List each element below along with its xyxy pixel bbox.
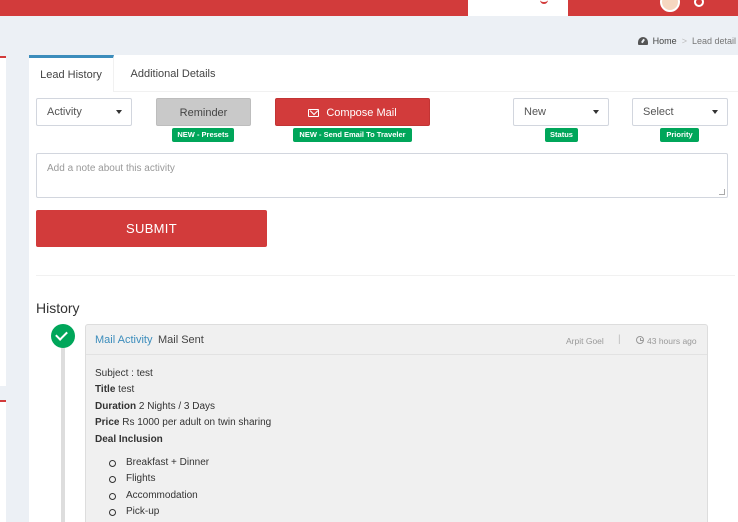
timeline-item-body: Subject : test Title test Duration 2 Nig… <box>95 366 271 521</box>
header-separator: | <box>618 334 621 345</box>
submit-button[interactable]: SUBMIT <box>36 210 267 247</box>
presets-badge: NEW - Presets <box>172 128 234 142</box>
navbar-item-icon <box>540 0 548 4</box>
breadcrumb-home[interactable]: Home <box>653 36 677 46</box>
caret-down-icon <box>712 110 718 114</box>
search-icon[interactable] <box>694 0 704 7</box>
deal-inclusion-line: Deal Inclusion <box>95 432 271 448</box>
activity-select-value: Activity <box>47 106 82 118</box>
priority-select-value: Select <box>643 106 674 118</box>
envelope-icon <box>308 109 320 117</box>
activity-time: 43 hours ago <box>647 336 697 346</box>
deal-title-line: Title test <box>95 382 271 398</box>
timeline-item: Mail Activity Mail Sent Arpit Goel | 43 … <box>85 324 708 522</box>
caret-down-icon <box>593 110 599 114</box>
price-label: Price <box>95 417 120 429</box>
activity-note-input[interactable]: Add a note about this activity <box>36 153 728 198</box>
activity-select[interactable]: Activity <box>36 98 132 126</box>
note-placeholder: Add a note about this activity <box>47 163 175 174</box>
timeline-line <box>61 337 65 522</box>
navbar-active-item[interactable] <box>468 0 568 16</box>
caret-down-icon <box>116 110 122 114</box>
resize-handle-icon[interactable] <box>719 189 725 195</box>
history-heading: History <box>36 300 80 316</box>
clock-icon <box>636 336 644 344</box>
side-panel-edge-lower <box>0 400 6 522</box>
duration-line: Duration 2 Nights / 3 Days <box>95 399 271 415</box>
deal-inclusion-label: Deal Inclusion <box>95 433 163 445</box>
list-item: Breakfast + Dinner <box>109 455 271 471</box>
activity-heading: Mail Sent <box>158 334 204 346</box>
timeline-item-header: Mail Activity Mail Sent Arpit Goel | 43 … <box>86 325 707 355</box>
title-label: Title <box>95 384 116 396</box>
list-item: Flights <box>109 471 271 487</box>
list-item: Accommodation <box>109 488 271 504</box>
priority-select[interactable]: Select <box>632 98 728 126</box>
status-badge: Status <box>545 128 578 142</box>
send-email-badge: NEW - Send Email To Traveler <box>293 128 412 142</box>
title-value: test <box>118 384 135 396</box>
avatar[interactable] <box>660 0 680 12</box>
reminder-button[interactable]: Reminder <box>156 98 251 126</box>
price-value: Rs 1000 per adult on twin sharing <box>122 417 272 429</box>
duration-label: Duration <box>95 400 137 412</box>
divider <box>36 275 735 276</box>
tab-additional-details[interactable]: Additional Details <box>121 55 225 92</box>
priority-badge: Priority <box>660 128 699 142</box>
lead-detail-panel: Lead History Additional Details Activity… <box>29 55 738 522</box>
check-icon <box>51 324 75 348</box>
status-select[interactable]: New <box>513 98 609 126</box>
breadcrumb-current: Lead detail <box>691 36 736 46</box>
side-panel-edge <box>0 56 6 386</box>
duration-value: 2 Nights / 3 Days <box>138 400 216 412</box>
price-line: Price Rs 1000 per adult on twin sharing <box>95 415 271 431</box>
compose-mail-label: Compose Mail <box>326 107 397 119</box>
breadcrumb: Home > Lead detail <box>637 34 736 48</box>
activity-type-link[interactable]: Mail Activity <box>95 334 152 346</box>
dashboard-icon <box>637 37 648 45</box>
inclusion-list: Breakfast + Dinner Flights Accommodation… <box>95 455 271 521</box>
tab-bar: Lead History Additional Details <box>29 55 738 92</box>
top-navbar <box>0 0 738 16</box>
tab-lead-history[interactable]: Lead History <box>29 55 114 92</box>
compose-mail-button[interactable]: Compose Mail <box>275 98 430 126</box>
status-select-value: New <box>524 106 547 118</box>
mail-subject: Subject : test <box>95 368 153 379</box>
breadcrumb-separator: > <box>681 36 687 46</box>
activity-author: Arpit Goel <box>566 336 604 346</box>
reminder-button-label: Reminder <box>179 107 228 119</box>
list-item: Pick-up <box>109 504 271 520</box>
